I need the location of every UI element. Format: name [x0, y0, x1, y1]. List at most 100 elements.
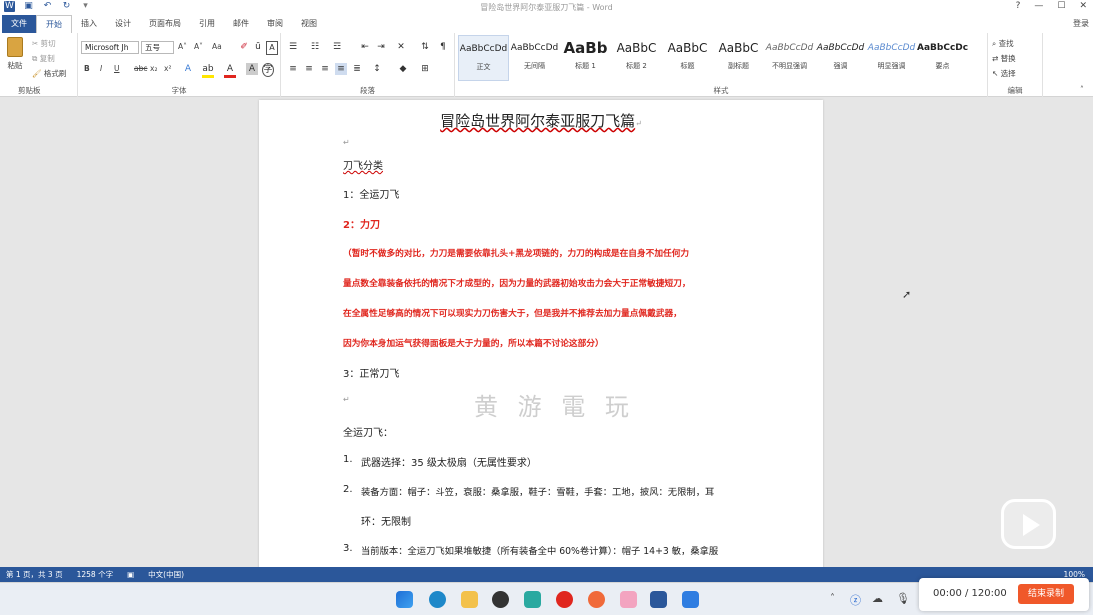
- style-name: 强调: [833, 62, 848, 70]
- tab-design[interactable]: 设计: [106, 15, 140, 33]
- tab-review[interactable]: 审阅: [258, 15, 292, 33]
- numbering-icon[interactable]: ☷: [309, 41, 321, 53]
- shield-app-icon[interactable]: [682, 591, 699, 608]
- netease-music-icon[interactable]: [556, 591, 573, 608]
- align-center-icon[interactable]: ≡: [303, 63, 315, 75]
- windows-start-icon[interactable]: [396, 591, 413, 608]
- style-subtle-emphasis[interactable]: AaBbCcDd 不明显强调: [764, 35, 815, 81]
- stop-recording-button[interactable]: 结束录制: [1018, 584, 1074, 604]
- proofing-icon[interactable]: ▣: [127, 570, 134, 579]
- copy-button[interactable]: ⧉ 复制: [32, 53, 55, 64]
- highlight-icon[interactable]: ab: [202, 63, 214, 78]
- bold-button[interactable]: B: [84, 64, 90, 73]
- style-strong[interactable]: AaBbCcDc 要点: [917, 35, 968, 81]
- text-effects-icon[interactable]: A: [182, 63, 194, 75]
- clear-format-icon[interactable]: ✐: [238, 41, 250, 53]
- help-button[interactable]: ?: [1016, 1, 1021, 11]
- word-taskbar-icon[interactable]: [650, 591, 667, 608]
- asian-layout-icon[interactable]: ✕: [395, 41, 407, 53]
- tab-mailings[interactable]: 邮件: [224, 15, 258, 33]
- shading-icon[interactable]: ◆: [397, 63, 409, 75]
- multilevel-list-icon[interactable]: ☲: [331, 41, 343, 53]
- minimize-button[interactable]: —: [1034, 1, 1043, 11]
- tray-chevron-icon[interactable]: ˄: [830, 593, 835, 604]
- font-group: Microsoft Jh 五号 A˄ A˅ Aa ✐ ȗ A B I U abc…: [78, 33, 281, 97]
- select-button[interactable]: ↖ 选择: [992, 68, 1016, 79]
- style-name: 无间隔: [524, 62, 545, 70]
- tab-layout[interactable]: 页面布局: [140, 15, 190, 33]
- sort-icon[interactable]: ⇅: [419, 41, 431, 53]
- justify-icon[interactable]: ≡: [335, 63, 347, 75]
- grow-font-button[interactable]: A˄: [178, 42, 187, 51]
- italic-button[interactable]: I: [100, 64, 102, 73]
- style-preview: AaBbCcDd: [765, 43, 814, 53]
- tab-view[interactable]: 视图: [292, 15, 326, 33]
- change-case-button[interactable]: Aa: [212, 42, 222, 51]
- style-name: 正文: [476, 63, 491, 71]
- qq-icon[interactable]: [492, 591, 509, 608]
- decrease-indent-icon[interactable]: ⇤: [359, 41, 371, 53]
- tray-mic-icon[interactable]: 🎙: [896, 592, 910, 605]
- borders-icon[interactable]: ⊞: [419, 63, 431, 75]
- page-count[interactable]: 第 1 页，共 3 页: [6, 569, 63, 580]
- mascot-app-icon[interactable]: [620, 591, 637, 608]
- language[interactable]: 中文(中国): [148, 569, 184, 580]
- style-no-spacing[interactable]: AaBbCcDd 无间隔: [509, 35, 560, 81]
- tab-file[interactable]: 文件: [2, 15, 36, 33]
- login-link[interactable]: 登录: [1073, 18, 1089, 29]
- style-normal[interactable]: AaBbCcDd 正文: [458, 35, 509, 81]
- char-shading-icon[interactable]: A: [246, 63, 258, 75]
- style-intense-emphasis[interactable]: AaBbCcDd 明显强调: [866, 35, 917, 81]
- format-painter-button[interactable]: 🖌 格式刷: [32, 68, 66, 79]
- play-button[interactable]: [1001, 499, 1056, 549]
- strikethrough-button[interactable]: abc: [134, 64, 147, 73]
- bullets-icon[interactable]: ☰: [287, 41, 299, 53]
- style-heading-2[interactable]: AaBbC 标题 2: [611, 35, 662, 81]
- tab-references[interactable]: 引用: [190, 15, 224, 33]
- collapse-ribbon-icon[interactable]: ˄: [1080, 85, 1084, 94]
- align-left-icon[interactable]: ≡: [287, 63, 299, 75]
- tray-app-icon[interactable]: ⓩ: [850, 592, 861, 608]
- close-button[interactable]: ✕: [1079, 1, 1087, 11]
- tray-cloud-icon[interactable]: ☁: [872, 592, 883, 605]
- window-controls: ? — ☐ ✕: [1016, 1, 1087, 11]
- font-color-icon[interactable]: A: [224, 63, 236, 78]
- shrink-font-button[interactable]: A˅: [194, 42, 203, 51]
- copy-label: 复制: [39, 54, 55, 63]
- font-size-select[interactable]: 五号: [141, 41, 174, 54]
- replace-button[interactable]: ⇄ 替换: [992, 53, 1016, 64]
- style-heading-1[interactable]: AaBb 标题 1: [560, 35, 611, 81]
- show-marks-icon[interactable]: ¶: [437, 41, 449, 53]
- file-explorer-icon[interactable]: [461, 591, 478, 608]
- enclosed-char-icon[interactable]: 字: [262, 63, 274, 77]
- char-border-icon[interactable]: A: [266, 41, 278, 55]
- underline-button[interactable]: U: [114, 64, 120, 73]
- phonetic-guide-icon[interactable]: ȗ: [252, 41, 264, 53]
- replace-icon: ⇄: [992, 54, 1001, 63]
- edge-icon[interactable]: [429, 591, 446, 608]
- game-app-icon[interactable]: [524, 591, 541, 608]
- list-number: 2.: [343, 484, 353, 495]
- tab-home[interactable]: 开始: [36, 15, 72, 33]
- superscript-button[interactable]: x²: [164, 64, 171, 73]
- tab-insert[interactable]: 插入: [72, 15, 106, 33]
- line-spacing-icon[interactable]: ↕: [371, 63, 383, 75]
- distributed-icon[interactable]: ≣: [351, 63, 363, 75]
- style-subtitle[interactable]: AaBbC 副标题: [713, 35, 764, 81]
- document-page[interactable]: 冒险岛世界阿尔泰亚服刀飞篇↵ ↵ 刀飞分类 1：全运刀飞 2：力刀 （暂时不做多…: [259, 100, 823, 570]
- style-emphasis[interactable]: AaBbCcDd 强调: [815, 35, 866, 81]
- cut-button[interactable]: ✂ 剪切: [32, 38, 56, 49]
- gamecenter-icon[interactable]: [588, 591, 605, 608]
- font-name-select[interactable]: Microsoft Jh: [81, 41, 139, 54]
- cut-label: 剪切: [40, 39, 56, 48]
- find-button[interactable]: ⌕ 查找: [992, 38, 1014, 49]
- increase-indent-icon[interactable]: ⇥: [375, 41, 387, 53]
- maximize-button[interactable]: ☐: [1057, 1, 1065, 11]
- subscript-button[interactable]: x₂: [150, 64, 157, 73]
- document-area[interactable]: 冒险岛世界阿尔泰亚服刀飞篇↵ ↵ 刀飞分类 1：全运刀飞 2：力刀 （暂时不做多…: [0, 97, 1093, 570]
- style-title[interactable]: AaBbC 标题: [662, 35, 713, 81]
- paste-button[interactable]: 粘贴: [4, 37, 26, 77]
- style-preview: AaBbCcDc: [917, 43, 968, 53]
- word-count[interactable]: 1258 个字: [77, 569, 113, 580]
- align-right-icon[interactable]: ≡: [319, 63, 331, 75]
